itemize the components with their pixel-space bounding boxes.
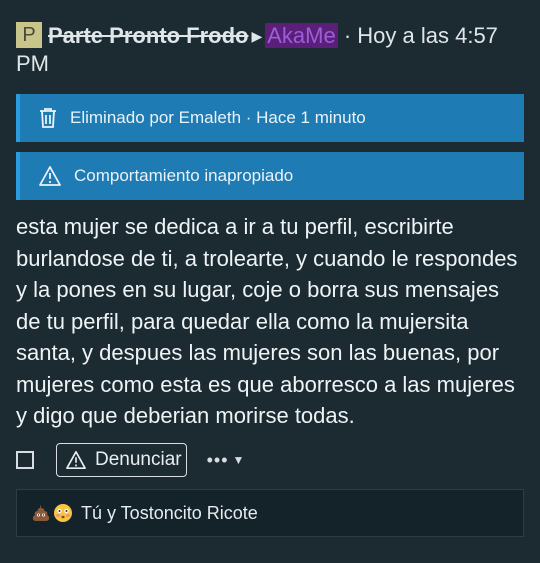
report-notice-text: Comportamiento inapropiado [74,166,294,185]
warning-icon [66,451,86,469]
arrow-right-icon: ▶ [251,28,263,44]
poop-emoji [32,505,50,521]
deleted-notice-text: Eliminado por Emaleth · Hace 1 minuto [70,108,366,127]
more-dots-icon: ••• [206,449,229,470]
recipient-name[interactable]: AkaMe [265,23,338,48]
message-body: esta mujer se dedica a ir a tu perfil, e… [16,214,518,428]
author-avatar[interactable]: P [16,22,42,48]
trash-icon [40,108,56,128]
reactions-bar[interactable]: Tú y Tostoncito Ricote [16,489,524,537]
reactions-text: Tú y Tostoncito Ricote [81,502,258,523]
report-button-label: Denunciar [95,449,182,470]
report-button[interactable]: Denunciar [56,443,187,477]
more-options-button[interactable]: ••• ▼ [207,450,246,471]
warning-icon [39,166,61,186]
post-actions: Denunciar ••• ▼ [16,442,245,478]
author-name[interactable]: Parte Pronto Frodo [48,23,248,48]
deleted-notice: Eliminado por Emaleth · Hace 1 minuto [16,94,524,142]
chevron-down-icon: ▼ [232,453,246,467]
select-checkbox[interactable] [16,451,34,469]
post-header: P Parte Pronto Frodo ▶ AkaMe · Hoy a las 4:… [16,22,526,78]
report-notice: Comportamiento inapropiado [16,152,524,200]
flushed-face-emoji [54,504,72,522]
